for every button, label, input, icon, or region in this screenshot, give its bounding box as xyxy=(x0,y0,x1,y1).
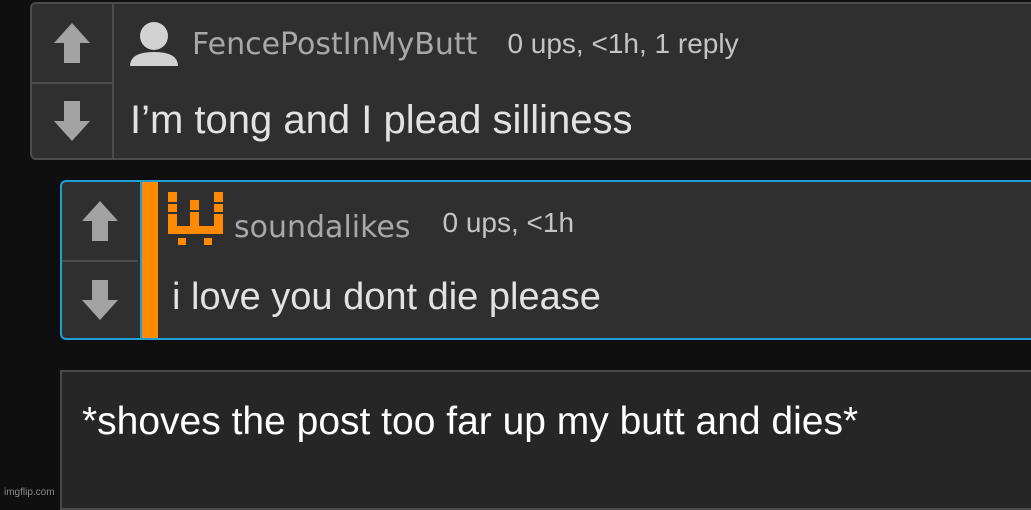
vote-column xyxy=(32,4,114,158)
reply-input[interactable]: *shoves the post too far up my butt and … xyxy=(60,370,1031,510)
comment-stats: 0 ups, <1h xyxy=(442,207,575,238)
upvote-button[interactable] xyxy=(62,182,138,260)
down-arrow-icon xyxy=(54,101,90,141)
up-arrow-icon xyxy=(82,201,118,241)
reply-text[interactable]: *shoves the post too far up my butt and … xyxy=(82,400,858,444)
downvote-button[interactable] xyxy=(62,262,138,338)
vote-column xyxy=(62,182,138,338)
comment-fencepostinmybutt: FencePostInMyButt 0 ups, <1h, 1 reply I’… xyxy=(30,2,1031,160)
username-link[interactable]: FencePostInMyButt xyxy=(192,27,477,62)
down-arrow-icon xyxy=(82,280,118,320)
comment-text: I’m tong and I plead silliness xyxy=(130,98,633,142)
upvote-button[interactable] xyxy=(32,4,112,82)
comment-stats: 0 ups, <1h, 1 reply xyxy=(507,28,739,59)
username-link[interactable]: soundalikes xyxy=(234,210,411,245)
comment-meta: soundalikes 0 ups, <1h xyxy=(166,190,574,250)
comment-text: i love you dont die please xyxy=(172,276,601,318)
default-user-avatar-icon[interactable] xyxy=(128,20,180,68)
downvote-button[interactable] xyxy=(32,84,112,158)
highlight-accent-bar xyxy=(140,182,158,338)
pixel-w-avatar-icon[interactable] xyxy=(166,190,226,250)
up-arrow-icon xyxy=(54,23,90,63)
comment-soundalikes: soundalikes 0 ups, <1h i love you dont d… xyxy=(60,180,1031,340)
watermark: imgflip.com xyxy=(4,487,55,498)
comment-meta: FencePostInMyButt 0 ups, <1h, 1 reply xyxy=(128,22,739,66)
